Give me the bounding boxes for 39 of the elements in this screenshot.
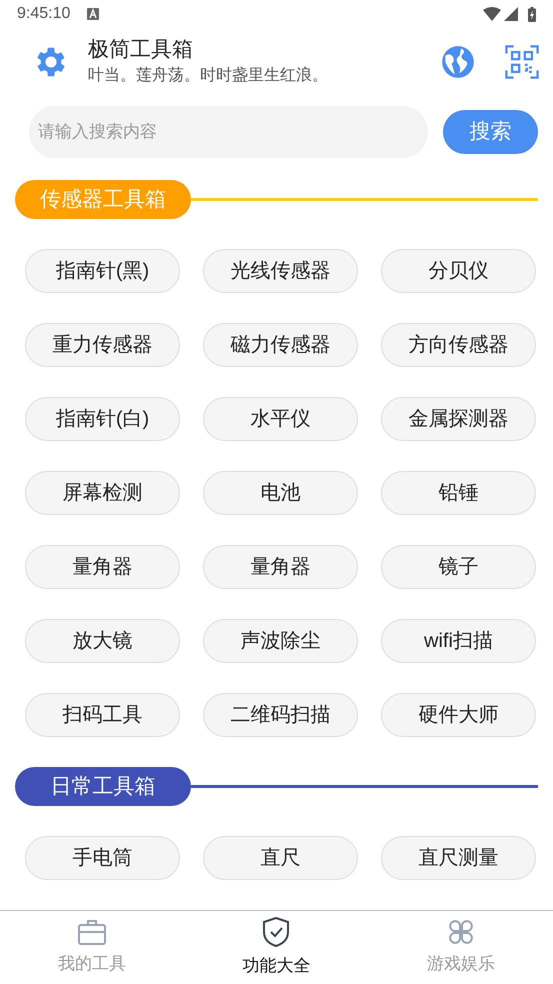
tool-button[interactable]: 直尺 [203,836,358,880]
tool-button[interactable]: 量角器 [203,545,358,590]
shield-check-icon [263,916,290,947]
tool-button[interactable]: 铅锤 [381,471,536,516]
battery-icon [528,6,536,22]
tool-button[interactable]: 二维码扫描 [203,693,358,738]
tool-button[interactable]: 磁力传感器 [203,323,358,368]
tool-button[interactable]: 重力传感器 [25,323,180,368]
app-subtitle: 叶当。莲舟荡。时时盏里生红浪。 [88,66,329,86]
wifi-icon [483,7,501,22]
signal-icon [504,7,518,22]
tool-button[interactable]: 指南针(白) [25,397,180,442]
tool-button[interactable]: wifi扫描 [381,619,536,664]
nav-tab[interactable]: 功能大全 [184,911,369,984]
search-field[interactable]: 请输入搜索内容 [29,106,428,158]
tool-button[interactable]: 屏幕检测 [25,471,180,516]
tool-button[interactable]: 扫码工具 [25,693,180,738]
tool-button[interactable]: 手电筒 [25,836,180,880]
tool-button[interactable]: 水平仪 [203,397,358,442]
tool-button[interactable]: 分贝仪 [381,249,536,294]
app-title: 极简工具箱 [88,37,194,64]
tool-button[interactable]: 金属探测器 [381,397,536,442]
tool-button[interactable]: 方向传感器 [381,323,536,368]
tool-button[interactable]: 量角器 [25,545,180,590]
tool-button[interactable]: 光线传感器 [203,249,358,294]
tool-button[interactable]: 镜子 [381,545,536,590]
tool-button[interactable]: 指南针(黑) [25,249,180,294]
keyboard-icon [87,8,100,20]
status-time: 9:45:10 [17,4,70,24]
tool-button[interactable]: 放大镜 [25,619,180,664]
tool-button[interactable]: 声波除尘 [203,619,358,664]
section-title: 传感器工具箱 [15,180,191,220]
clover-icon [448,918,474,945]
briefcase-icon [78,918,106,945]
tool-button[interactable]: 电池 [203,471,358,516]
tool-button[interactable]: 直尺测量 [381,836,536,880]
tool-button[interactable]: 硬件大师 [381,693,536,738]
qr-scan-icon[interactable] [505,45,539,80]
section-title: 日常工具箱 [15,767,191,806]
